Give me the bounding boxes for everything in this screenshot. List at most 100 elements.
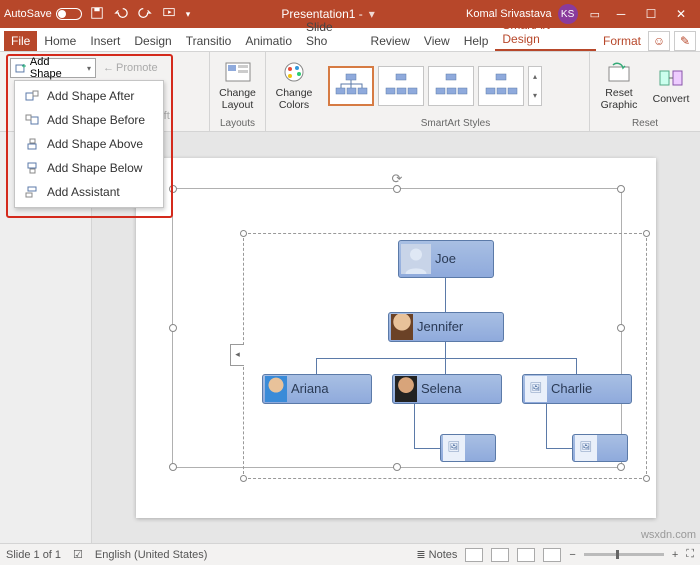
picture-placeholder-icon: 🖼 — [443, 435, 465, 461]
tab-home[interactable]: Home — [37, 31, 83, 51]
dd-add-shape-below[interactable]: Add Shape Below — [15, 156, 163, 180]
change-colors-button[interactable]: Change Colors — [272, 61, 316, 111]
resize-handle[interactable] — [393, 185, 401, 193]
promote-label: Promote — [116, 62, 158, 74]
resize-handle[interactable] — [643, 230, 650, 237]
dd-add-shape-after[interactable]: Add Shape After — [15, 84, 163, 108]
zoom-in-button[interactable]: + — [672, 549, 678, 561]
tab-design[interactable]: Design — [127, 31, 178, 51]
dd-add-shape-before[interactable]: Add Shape Before — [15, 108, 163, 132]
close-button[interactable]: ✕ — [666, 0, 696, 28]
org-node-joe[interactable]: Joe — [398, 240, 494, 278]
connector — [445, 278, 446, 312]
org-chart[interactable]: ◂ Joe Jennifer Ariana Selena — [243, 233, 647, 479]
window-controls: ─ ☐ ✕ — [606, 0, 696, 28]
slide[interactable]: ⟳ ◂ — [136, 158, 656, 518]
smartart-selection[interactable]: ⟳ ◂ — [172, 188, 622, 468]
style-item-1[interactable] — [328, 66, 374, 106]
tab-view[interactable]: View — [417, 31, 457, 51]
tab-slideshow[interactable]: Slide Sho — [299, 17, 364, 51]
node-label: Selena — [421, 381, 461, 396]
quick-access-toolbar: ▾ — [90, 6, 191, 23]
node-label: Ariana — [291, 381, 329, 396]
tab-help[interactable]: Help — [457, 31, 496, 51]
sorter-view-button[interactable] — [491, 548, 509, 562]
autosave-label: AutoSave — [4, 8, 52, 20]
tab-transitions[interactable]: Transitio — [179, 31, 239, 51]
connector — [414, 448, 440, 449]
org-node-jennifer[interactable]: Jennifer — [388, 312, 504, 342]
notes-label: Notes — [429, 549, 458, 561]
org-node-charlie[interactable]: 🖼 Charlie — [522, 374, 632, 404]
picture-placeholder-icon: 🖼 — [575, 435, 597, 461]
resize-handle[interactable] — [169, 185, 177, 193]
tab-insert[interactable]: Insert — [83, 31, 127, 51]
connector — [414, 404, 415, 448]
convert-button[interactable]: Convert — [648, 67, 694, 105]
style-item-2[interactable] — [378, 66, 424, 106]
spellcheck-icon[interactable]: ☑ — [73, 548, 83, 561]
org-node-ariana[interactable]: Ariana — [262, 374, 372, 404]
zoom-slider[interactable] — [584, 553, 664, 556]
connector — [316, 358, 317, 374]
resize-handle[interactable] — [617, 185, 625, 193]
resize-handle[interactable] — [240, 475, 247, 482]
org-node-selena[interactable]: Selena — [392, 374, 502, 404]
change-layout-button[interactable]: Change Layout — [216, 61, 259, 111]
dd-before-label: Add Shape Before — [47, 113, 145, 127]
language-indicator[interactable]: English (United States) — [95, 549, 208, 561]
zoom-out-button[interactable]: − — [569, 549, 575, 561]
connector — [546, 404, 547, 448]
normal-view-button[interactable] — [465, 548, 483, 562]
style-item-3[interactable] — [428, 66, 474, 106]
dd-above-label: Add Shape Above — [47, 137, 143, 151]
text-pane-toggle[interactable]: ◂ — [230, 344, 244, 366]
reset-graphic-button[interactable]: Reset Graphic — [596, 61, 642, 111]
resize-handle[interactable] — [169, 463, 177, 471]
resize-handle[interactable] — [643, 475, 650, 482]
share-button[interactable]: ☺ — [648, 31, 670, 51]
slideshow-icon[interactable] — [162, 6, 176, 23]
maximize-button[interactable]: ☐ — [636, 0, 666, 28]
style-item-4[interactable] — [478, 66, 524, 106]
node-label: Charlie — [551, 381, 592, 396]
promote-button[interactable]: ← Promote — [100, 58, 161, 78]
group-reset: Reset — [596, 118, 694, 131]
toggle-icon — [56, 8, 82, 20]
reading-view-button[interactable] — [517, 548, 535, 562]
comments-button[interactable]: ✎ — [674, 31, 696, 51]
dd-add-shape-above[interactable]: Add Shape Above — [15, 132, 163, 156]
autosave-toggle[interactable]: AutoSave — [4, 8, 82, 20]
connector — [445, 358, 446, 374]
add-shape-button[interactable]: Add Shape ▾ — [10, 58, 96, 78]
slide-indicator: Slide 1 of 1 — [6, 549, 61, 561]
reset-graphic-label: Reset Graphic — [596, 87, 642, 111]
tab-review[interactable]: Review — [364, 31, 417, 51]
smartart-styles-gallery[interactable]: ▴▾ — [328, 66, 542, 106]
undo-icon[interactable] — [114, 6, 128, 23]
connector — [546, 448, 572, 449]
tab-format[interactable]: Format — [596, 31, 648, 51]
org-node-empty-2[interactable]: 🖼 — [572, 434, 628, 462]
notes-button[interactable]: ≣ Notes — [416, 548, 457, 561]
resize-handle[interactable] — [169, 324, 177, 332]
redo-icon[interactable] — [138, 6, 152, 23]
fit-to-window-button[interactable]: ⛶ — [686, 548, 694, 561]
tab-animations[interactable]: Animatio — [238, 31, 299, 51]
dd-add-assistant[interactable]: Add Assistant — [15, 180, 163, 204]
gallery-more-icon[interactable]: ▴▾ — [528, 66, 542, 106]
watermark: wsxdn.com — [641, 529, 696, 541]
change-colors-label: Change Colors — [272, 87, 316, 111]
slideshow-view-button[interactable] — [543, 548, 561, 562]
node-label: Joe — [435, 251, 456, 266]
org-node-empty-1[interactable]: 🖼 — [440, 434, 496, 462]
picture-placeholder-icon: 🖼 — [525, 376, 547, 402]
save-icon[interactable] — [90, 6, 104, 23]
group-layouts: Layouts — [216, 118, 259, 131]
resize-handle[interactable] — [240, 230, 247, 237]
minimize-button[interactable]: ─ — [606, 0, 636, 28]
tab-smartart-design[interactable]: SmartArt Design — [495, 15, 596, 51]
tab-file[interactable]: File — [4, 31, 37, 51]
slide-area[interactable]: ⟳ ◂ — [92, 132, 700, 543]
change-layout-label: Change Layout — [216, 87, 259, 111]
